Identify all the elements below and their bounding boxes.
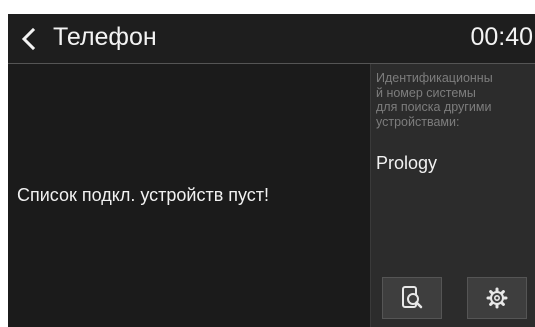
clock-time: 00:40 [470, 23, 533, 51]
back-button[interactable] [18, 27, 40, 51]
system-id-label: Идентификационны й номер системы для пои… [376, 71, 493, 129]
phone-screen: Телефон 00:40 Список подкл. устройств пу… [8, 14, 535, 327]
gear-icon [486, 287, 508, 309]
settings-button[interactable] [467, 277, 527, 319]
header-bar: Телефон 00:40 [8, 14, 535, 64]
device-list-panel: Список подкл. устройств пуст! [8, 64, 369, 327]
system-id-panel: Идентификационны й номер системы для пои… [370, 64, 535, 327]
chevron-left-icon [21, 27, 36, 51]
system-device-name: Prology [376, 153, 438, 173]
phone-search-icon [402, 286, 423, 309]
search-devices-button[interactable] [382, 277, 442, 319]
empty-list-message: Список подкл. устройств пуст! [17, 185, 270, 205]
page-title: Телефон [53, 23, 157, 51]
